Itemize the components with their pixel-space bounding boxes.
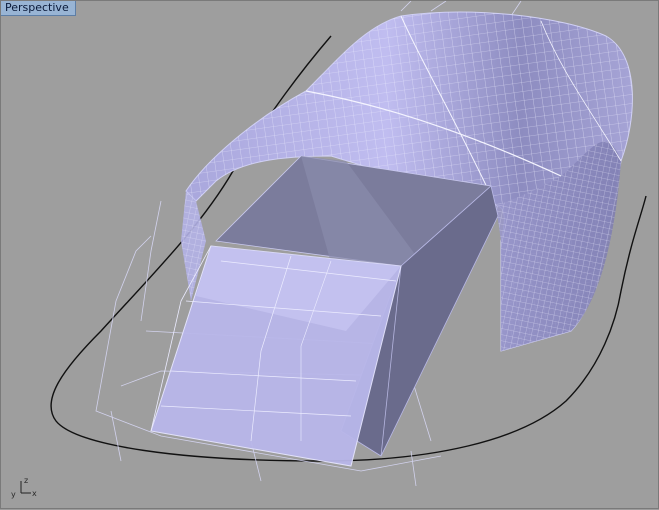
axis-y-label: y <box>11 490 16 499</box>
axis-indicator: z y x <box>11 476 37 499</box>
viewport-title-tab[interactable]: Perspective <box>1 1 76 16</box>
perspective-viewport[interactable]: z y x Perspective <box>0 0 659 509</box>
axis-x-label: x <box>32 489 37 498</box>
3d-scene[interactable]: z y x <box>1 1 659 510</box>
axis-z-label: z <box>24 476 28 485</box>
